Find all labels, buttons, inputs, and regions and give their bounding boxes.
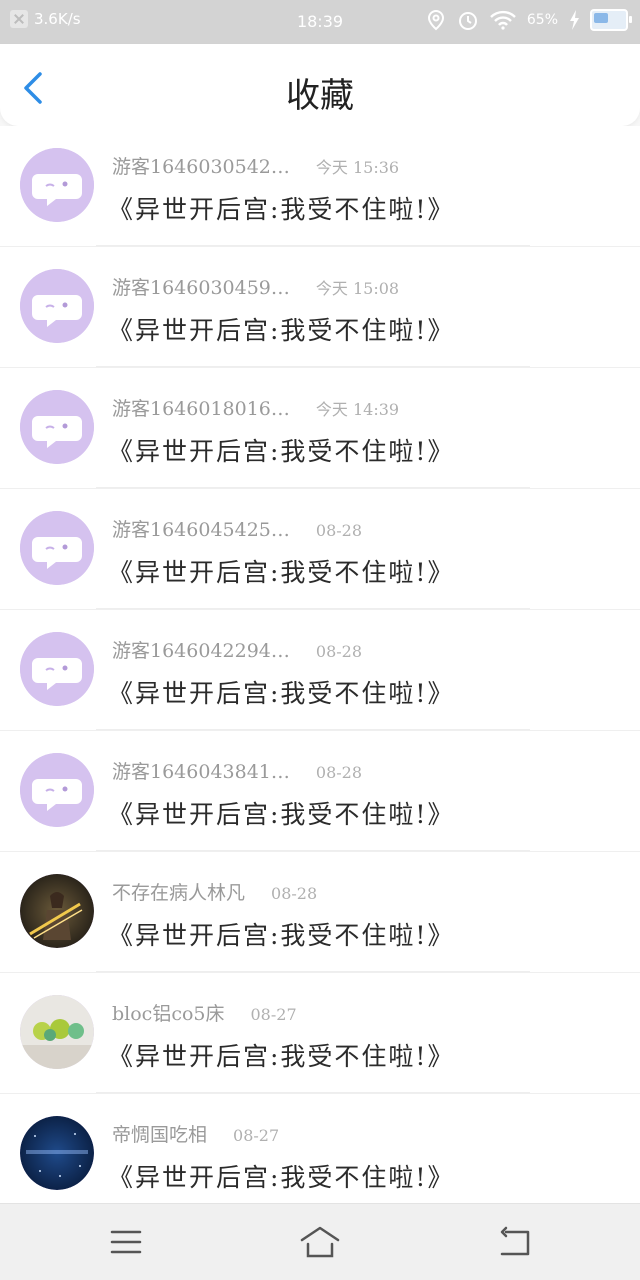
list-item[interactable]: 帝惆国吃相 08-27 《异世开后宫:我受不住啦!》 [0,1094,640,1215]
battery-icon [590,9,632,31]
username: 游客1646043841… [112,761,290,783]
chat-bubble-icon [20,390,94,464]
wifi-icon [490,10,516,30]
starry-photo-icon [20,1116,94,1190]
item-meta: 游客1646018016… 今天 14:39 [112,394,399,421]
back-icon[interactable] [496,1222,536,1262]
timestamp: 今天 14:39 [315,400,400,419]
avatar [20,148,94,222]
book-title: 《异世开后宫:我受不住啦!》 [108,800,455,829]
list-item[interactable]: 游客1646030542… 今天 15:36 《异世开后宫:我受不住啦!》 [0,126,640,247]
battery-percent: 65% [526,12,558,28]
book-title: 《异世开后宫:我受不住啦!》 [108,1042,455,1071]
username: 游客1646042294… [112,640,290,662]
chat-bubble-icon [20,753,94,827]
item-meta: 不存在病人林凡 08-28 [112,878,317,905]
avatar [20,1116,94,1190]
location-icon [427,9,444,31]
chat-bubble-icon [20,148,94,222]
item-meta: 帝惆国吃相 08-27 [112,1120,279,1147]
username: 游客1646030459… [112,277,290,299]
username: 不存在病人林凡 [112,882,246,904]
username: 帝惆国吃相 [112,1124,208,1146]
item-meta: bloc铝co5床 08-27 [112,999,297,1026]
book-title: 《异世开后宫:我受不住啦!》 [108,316,455,345]
list-item[interactable]: 不存在病人林凡 08-28 《异世开后宫:我受不住啦!》 [0,852,640,973]
item-meta: 游客1646030542… 今天 15:36 [112,152,399,179]
list-item[interactable]: 游客1646018016… 今天 14:39 《异世开后宫:我受不住啦!》 [0,368,640,489]
list-item[interactable]: 游客1646030459… 今天 15:08 《异世开后宫:我受不住啦!》 [0,247,640,368]
chat-bubble-icon [20,511,94,585]
chat-bubble-icon [20,632,94,706]
username: 游客1646045425… [112,519,290,541]
warrior-photo-icon [20,874,94,948]
page-title: 收藏 [286,76,354,116]
system-nav-bar [0,1203,640,1280]
book-title: 《异世开后宫:我受不住啦!》 [108,921,455,950]
book-title: 《异世开后宫:我受不住啦!》 [108,437,455,466]
menu-icon[interactable] [106,1222,146,1262]
favorites-list: 游客1646030542… 今天 15:36 《异世开后宫:我受不住啦!》 游客… [0,126,640,1215]
avatar [20,390,94,464]
timestamp: 08-28 [271,884,318,903]
avatar [20,632,94,706]
item-meta: 游客1646030459… 今天 15:08 [112,273,399,300]
item-meta: 游客1646043841… 08-28 [112,757,362,784]
list-item[interactable]: 游客1646045425… 08-28 《异世开后宫:我受不住啦!》 [0,489,640,610]
avatar [20,753,94,827]
alarm-icon [458,12,477,30]
username: bloc铝co5床 [112,1003,225,1025]
charging-icon [570,10,579,30]
chat-bubble-icon [20,269,94,343]
username: 游客1646030542… [112,156,290,178]
app-header: 收藏 [0,44,640,126]
timestamp: 今天 15:36 [315,158,400,177]
list-item[interactable]: 游客1646043841… 08-28 《异世开后宫:我受不住啦!》 [0,731,640,852]
book-title: 《异世开后宫:我受不住啦!》 [108,195,455,224]
status-bar: 3.6K/s 18:39 65% [0,0,640,44]
item-meta: 游客1646042294… 08-28 [112,636,362,663]
fruit-photo-icon [20,995,94,1069]
timestamp: 08-28 [315,521,363,540]
item-meta: 游客1646045425… 08-28 [112,515,362,542]
timestamp: 今天 15:08 [315,279,400,298]
home-icon[interactable] [298,1222,342,1262]
book-title: 《异世开后宫:我受不住啦!》 [108,558,455,587]
avatar [20,269,94,343]
timestamp: 08-27 [233,1126,280,1145]
username: 游客1646018016… [112,398,290,420]
status-right: 65% [425,9,632,31]
list-item[interactable]: bloc铝co5床 08-27 《异世开后宫:我受不住啦!》 [0,973,640,1094]
avatar [20,511,94,585]
timestamp: 08-28 [315,642,363,661]
avatar [20,874,94,948]
avatar [20,995,94,1069]
book-title: 《异世开后宫:我受不住啦!》 [108,1163,455,1192]
book-title: 《异世开后宫:我受不住啦!》 [108,679,455,708]
list-item[interactable]: 游客1646042294… 08-28 《异世开后宫:我受不住啦!》 [0,610,640,731]
timestamp: 08-28 [315,763,363,782]
timestamp: 08-27 [250,1005,297,1024]
